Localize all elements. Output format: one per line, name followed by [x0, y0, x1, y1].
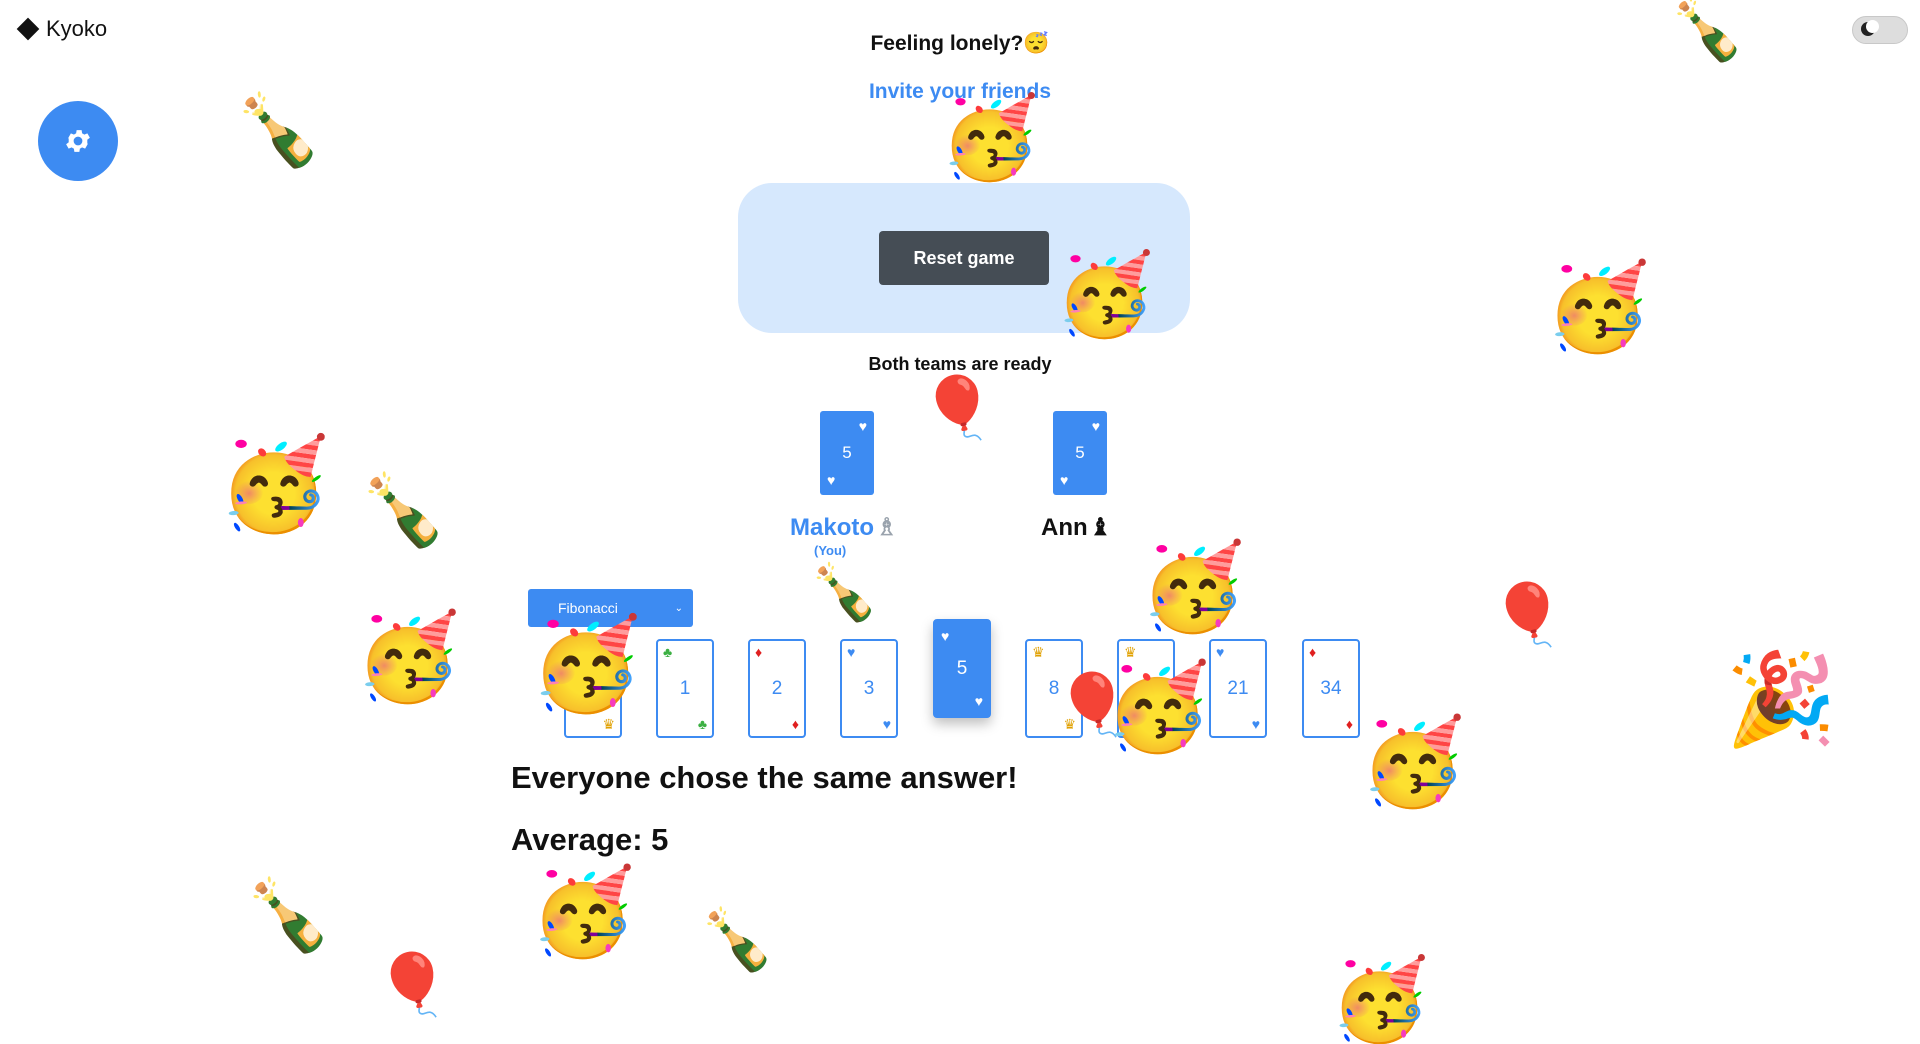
bishop-icon: ♗ — [876, 514, 898, 541]
card-suit-icon: ♥ — [974, 693, 983, 709]
player-card-makoto: ♥ 5 ♥ — [820, 411, 874, 495]
player-name-text: Makoto — [790, 513, 874, 541]
party-hat-icon: 🎉 — [1725, 650, 1838, 750]
card-suit-icon: ♦ — [1345, 716, 1353, 732]
you-label: (You) — [814, 543, 847, 558]
card-suit-icon: ♥ — [882, 716, 891, 732]
heart-suit-icon: ♥ — [858, 418, 867, 434]
bishop-icon: ♝ — [1089, 514, 1112, 541]
deck-card[interactable]: ♥ 5 ♥ — [933, 619, 991, 718]
deck-card[interactable]: ♦ 34 ♦ — [1302, 639, 1360, 738]
deck-card-value: 3 — [863, 677, 875, 699]
chevron-down-icon: ⌄ — [674, 602, 683, 614]
deck-type-value: Fibonacci — [558, 600, 618, 616]
feeling-lonely-heading: Feeling lonely?😴 — [870, 32, 1050, 55]
consensus-message: Everyone chose the same answer! — [511, 760, 1018, 795]
balloon-icon: 🎈 — [375, 951, 450, 1018]
party-face-icon: 🥳 — [1330, 955, 1430, 1044]
deck-card-value: 5 — [956, 657, 968, 679]
champagne-icon: 🍾 — [810, 561, 879, 623]
party-face-icon: 🥳 — [1545, 260, 1651, 355]
deck-card[interactable]: ♥ 3 ♥ — [840, 639, 898, 738]
heart-suit-icon: ♥ — [1060, 472, 1069, 488]
card-suit-icon: ♛ — [602, 716, 615, 732]
reset-game-button[interactable]: Reset game — [879, 231, 1049, 285]
heart-suit-icon: ♥ — [1091, 418, 1100, 434]
player-card-value: 5 — [842, 443, 852, 462]
card-suit-icon: ♛ — [1032, 644, 1045, 660]
party-face-icon: 🥳 — [1055, 250, 1155, 339]
party-face-icon: 🥳 — [1360, 715, 1466, 810]
card-suit-icon: ♥ — [1216, 644, 1225, 660]
player-card-ann: ♥ 5 ♥ — [1053, 411, 1107, 495]
champagne-icon: 🍾 — [1670, 0, 1745, 63]
balloon-icon: 🎈 — [1055, 671, 1130, 738]
party-face-icon: 🥳 — [355, 610, 461, 705]
card-suit-icon: ♥ — [847, 644, 856, 660]
gear-icon — [66, 130, 90, 152]
player-name-text: Ann — [1041, 513, 1088, 541]
party-face-icon: 🥳 — [530, 615, 643, 715]
deck-card-value: 21 — [1227, 677, 1249, 699]
party-face-icon: 🥳 — [940, 93, 1040, 182]
card-suit-icon: ♛ — [1124, 644, 1137, 660]
average-result: Average: 5 — [511, 822, 669, 857]
card-suit-icon: ♦ — [755, 644, 763, 660]
card-suit-icon: ♣ — [663, 644, 673, 660]
deck-card[interactable]: ♥ 21 ♥ — [1209, 639, 1267, 738]
card-suit-icon: ♦ — [791, 716, 799, 732]
deck-card-value: 2 — [771, 677, 783, 699]
deck-card-value: 34 — [1320, 677, 1342, 699]
settings-button[interactable] — [38, 101, 118, 181]
deck-card-value: 1 — [679, 677, 691, 699]
party-face-icon: 🥳 — [1140, 540, 1246, 635]
player-name-ann: Ann ♝ — [1041, 513, 1111, 542]
champagne-icon: 🍾 — [700, 906, 775, 973]
heart-suit-icon: ♥ — [827, 472, 836, 488]
card-suit-icon: ♥ — [941, 628, 950, 644]
champagne-icon: 🍾 — [360, 471, 448, 549]
card-suit-icon: ♦ — [1309, 644, 1317, 660]
deck-card[interactable]: ♦ 2 ♦ — [748, 639, 806, 738]
party-face-icon: 🥳 — [218, 435, 331, 535]
card-suit-icon: ♥ — [1251, 716, 1260, 732]
champagne-icon: 🍾 — [235, 91, 323, 169]
deck-card[interactable]: ♣ 1 ♣ — [656, 639, 714, 738]
player-name-makoto: Makoto ♗ — [790, 513, 898, 542]
balloon-icon: 🎈 — [1490, 581, 1565, 648]
player-card-value: 5 — [1075, 443, 1085, 462]
champagne-icon: 🍾 — [245, 876, 333, 954]
teams-status: Both teams are ready — [868, 354, 1052, 374]
card-suit-icon: ♣ — [697, 716, 707, 732]
party-face-icon: 🥳 — [530, 865, 636, 960]
balloon-icon: 🎈 — [920, 374, 995, 441]
